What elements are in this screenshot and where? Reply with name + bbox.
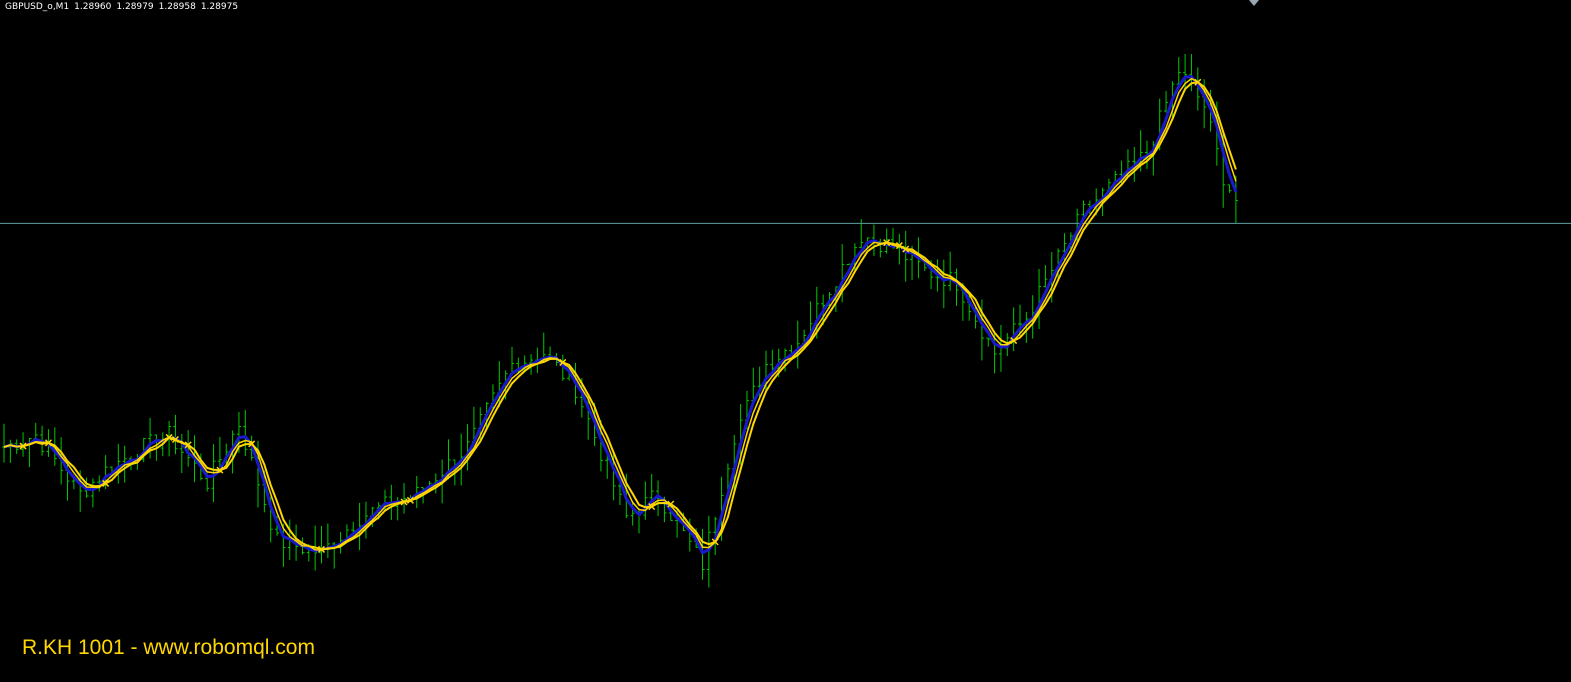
ohlc-bar: [90, 478, 95, 508]
chart-window[interactable]: GBPUSD_o,M1 1.28960 1.28979 1.28958 1.28975 …: [0, 0, 1571, 682]
ohlc-bar: [795, 320, 800, 369]
ohlc-bar: [1233, 175, 1238, 224]
ohlc-bar: [402, 483, 407, 514]
symbol-label: GBPUSD_o,M1: [5, 2, 70, 12]
ohlc-bar: [325, 523, 330, 559]
ohlc-bar: [1011, 307, 1016, 352]
ohlc-bar: [173, 414, 178, 455]
low-value: 1.28958: [158, 2, 196, 12]
chart-info-line: GBPUSD_o,M1 1.28960 1.28979 1.28958 1.28975: [5, 2, 243, 12]
ohlc-bar: [903, 230, 908, 282]
ohlc-bar: [116, 443, 121, 484]
ohlc-bar: [941, 259, 946, 309]
ohlc-bar: [414, 476, 419, 509]
watermark-text: R.KH 1001 - www.robomql.com: [22, 636, 315, 659]
high-value: 1.28979: [116, 2, 154, 12]
ohlc-bar: [510, 346, 514, 375]
ohlc-bar: [948, 251, 953, 291]
ohlc-bar: [897, 233, 902, 265]
moving-average-slow-line: [3, 75, 1238, 555]
chart-shift-marker-icon[interactable]: [1249, 0, 1259, 6]
ohlc-bar: [954, 268, 959, 306]
ohlc-bar: [465, 424, 470, 471]
signal-markers: [19, 78, 1202, 553]
ohlc-bar: [363, 501, 368, 539]
ohlc-bar: [643, 481, 648, 520]
ohlc-bar: [33, 422, 38, 440]
ohlc-bar: [846, 263, 851, 266]
ohlc-bar: [1043, 265, 1048, 288]
price-chart[interactable]: [0, 0, 1571, 682]
ohlc-bar: [1227, 184, 1232, 193]
ohlc-bar: [217, 436, 222, 468]
open-value: 1.28960: [74, 2, 112, 12]
ohlc-bar: [1037, 268, 1042, 330]
ohlc-bar: [8, 439, 13, 463]
ohlc-bar: [986, 337, 991, 347]
close-value: 1.28975: [200, 2, 239, 12]
ohlc-bar: [243, 409, 248, 456]
ohlc-bars: [2, 54, 1238, 588]
ohlc-bar: [649, 473, 654, 501]
ohlc-bar: [319, 526, 324, 564]
ohlc-bar: [770, 349, 775, 371]
ohlc-bar: [2, 423, 6, 463]
ohlc-bar: [1164, 91, 1169, 113]
